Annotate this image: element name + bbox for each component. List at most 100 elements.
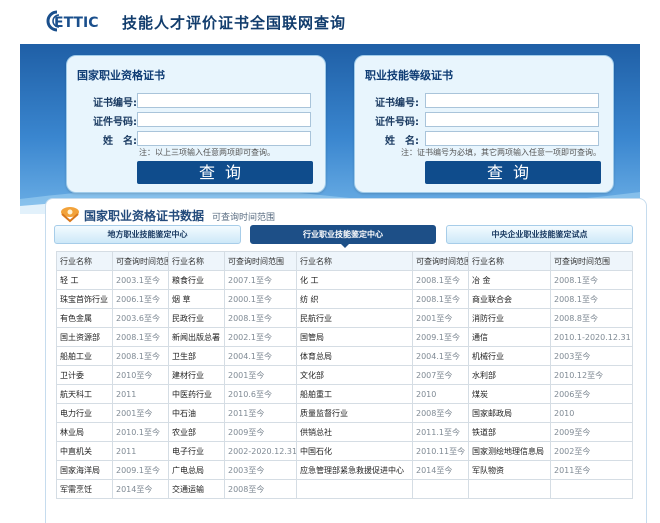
tab-local-center[interactable]: 地方职业技能鉴定中心 [54, 225, 241, 244]
column-header: 可查询时间范围 [112, 251, 169, 271]
industry-name-cell: 新闻出版总署 [168, 327, 225, 347]
industry-name-cell: 军队物资 [468, 460, 551, 480]
time-range-cell: 2009至今 [224, 422, 297, 442]
time-range-cell: 2014至今 [412, 460, 469, 480]
industry-name-cell: 中石油 [168, 403, 225, 423]
industry-name-cell: 国土资源部 [56, 327, 113, 347]
time-range-cell: 2008.1至今 [550, 289, 633, 309]
time-range-cell: 2000.1至今 [224, 289, 297, 309]
industry-name-cell: 建材行业 [168, 365, 225, 385]
table-row: 国家海洋局 2009.1至今 广电总局 2003至今 应急管理部紧急救援促进中心 2014… [56, 460, 633, 480]
industry-name-cell: 卫计委 [56, 365, 113, 385]
certificate-range-table: 行业名称 可查询时间范围 行业名称 可查询时间范围 行业名称 可查询时间范围 行… [56, 251, 633, 499]
table-row: 船舶工业 2008.1至今 卫生部 2004.1至今 体育总局 2004.1至今 机械行业 2… [56, 346, 633, 366]
time-range-cell: 2011.1至今 [412, 422, 469, 442]
industry-name-cell: 冶 金 [468, 270, 551, 290]
time-range-cell: 2004.1至今 [412, 346, 469, 366]
name-input[interactable] [425, 131, 599, 146]
id-number-label: 证件号码: [93, 117, 137, 128]
card-note: 注：以上三项输入任意两项即可查询。 [139, 148, 275, 157]
industry-name-cell: 农业部 [168, 422, 225, 442]
name-input[interactable] [137, 131, 311, 146]
industry-name-cell: 铁道部 [468, 422, 551, 442]
time-range-cell: 2001至今 [112, 403, 169, 423]
industry-name-cell: 有色金属 [56, 308, 113, 328]
industry-name-cell: 轻 工 [56, 270, 113, 290]
time-range-cell: 2009至今 [550, 422, 633, 442]
cert-number-input[interactable] [425, 93, 599, 108]
time-range-cell: 2008.1至今 [112, 327, 169, 347]
time-range-cell: 2008.1至今 [412, 270, 469, 290]
column-header: 行业名称 [296, 251, 413, 271]
vocational-qualification-card: 国家职业资格证书 证书编号: 证件号码: 姓 名: 注：以上三项输入任意两项即可… [66, 55, 326, 193]
industry-name-cell: 消防行业 [468, 308, 551, 328]
table-header-row: 行业名称 可查询时间范围 行业名称 可查询时间范围 行业名称 可查询时间范围 行… [56, 251, 633, 271]
time-range-cell: 2007.1至今 [224, 270, 297, 290]
query-button[interactable]: 查询 [425, 161, 601, 184]
industry-name-cell: 中医药行业 [168, 384, 225, 404]
section-title: 国家职业资格证书数据 [84, 209, 205, 223]
time-range-cell: 2003.6至今 [112, 308, 169, 328]
time-range-cell: 2010.1-2020.12.31 [550, 327, 633, 347]
time-range-cell: 2014至今 [112, 479, 169, 499]
cert-number-input[interactable] [137, 93, 311, 108]
column-header: 可查询时间范围 [550, 251, 633, 271]
table-row: 中直机关 2011 电子行业 2002-2020.12.31 中国石化 2010.11至今… [56, 441, 633, 461]
industry-name-cell: 船舶工业 [56, 346, 113, 366]
industry-name-cell: 电子行业 [168, 441, 225, 461]
tab-industry-center[interactable]: 行业职业技能鉴定中心 [250, 225, 436, 244]
industry-name-cell: 船舶重工 [296, 384, 413, 404]
time-range-cell: 2009.1至今 [112, 460, 169, 480]
id-number-label: 证件号码: [375, 117, 419, 128]
certificate-data-section: 国家职业资格证书数据 可查询时间范围 地方职业技能鉴定中心 行业职业技能鉴定中心… [45, 198, 647, 523]
time-range-cell: 2008.1至今 [412, 289, 469, 309]
card-title: 国家职业资格证书 [77, 69, 165, 82]
tab-central-enterprise[interactable]: 中央企业职业技能鉴定试点 [446, 225, 633, 244]
time-range-cell: 2011 [112, 441, 169, 461]
industry-name-cell: 水利部 [468, 365, 551, 385]
time-range-cell: 2004.1至今 [224, 346, 297, 366]
time-range-cell: 2003至今 [550, 346, 633, 366]
table-row: 军需烹饪 2014至今 交通运输 2008至今 [56, 479, 633, 499]
industry-name-cell: 商业联合会 [468, 289, 551, 309]
id-number-input[interactable] [137, 112, 311, 127]
time-range-cell: 2011至今 [550, 460, 633, 480]
industry-name-cell: 煤炭 [468, 384, 551, 404]
card-title: 职业技能等级证书 [365, 69, 453, 82]
certificate-ribbon-icon [61, 207, 79, 223]
industry-name-cell: 供销总社 [296, 422, 413, 442]
table-row: 国土资源部 2008.1至今 新闻出版总署 2002.1至今 国管局 2009.1至今 通信… [56, 327, 633, 347]
time-range-cell: 2010.6至今 [224, 384, 297, 404]
cert-number-label: 证书编号: [375, 98, 419, 109]
industry-name-cell: 民航行业 [296, 308, 413, 328]
industry-name-cell: 体育总局 [296, 346, 413, 366]
table-row: 航天科工 2011 中医药行业 2010.6至今 船舶重工 2010 煤炭 2006至今 [56, 384, 633, 404]
time-range-cell: 2001至今 [224, 365, 297, 385]
industry-name-cell: 航天科工 [56, 384, 113, 404]
industry-name-cell: 应急管理部紧急救援促进中心 [296, 460, 413, 480]
logo-text: ETTIC [54, 15, 98, 31]
time-range-cell: 2008.1至今 [550, 270, 633, 290]
industry-name-cell [468, 479, 551, 499]
industry-name-cell: 国管局 [296, 327, 413, 347]
time-range-cell: 2008.1至今 [112, 346, 169, 366]
query-button[interactable]: 查询 [137, 161, 313, 184]
industry-name-cell: 机械行业 [468, 346, 551, 366]
industry-name-cell: 通信 [468, 327, 551, 347]
id-number-input[interactable] [425, 112, 599, 127]
name-label: 姓 名: [385, 136, 419, 147]
time-range-cell: 2006.1至今 [112, 289, 169, 309]
industry-name-cell: 纺 织 [296, 289, 413, 309]
industry-name-cell [296, 479, 413, 499]
card-note: 注：证书编号为必填，其它两项输入任意一项即可查询。 [401, 148, 601, 157]
site-title: 技能人才评价证书全国联网查询 [122, 14, 347, 32]
time-range-cell: 2011至今 [224, 403, 297, 423]
industry-name-cell: 交通运输 [168, 479, 225, 499]
time-range-cell: 2002-2020.12.31 [224, 441, 297, 461]
industry-name-cell: 广电总局 [168, 460, 225, 480]
industry-name-cell: 国家邮政局 [468, 403, 551, 423]
time-range-cell: 2010至今 [112, 365, 169, 385]
time-range-cell: 2003至今 [224, 460, 297, 480]
industry-name-cell: 烟 草 [168, 289, 225, 309]
industry-name-cell: 质量监督行业 [296, 403, 413, 423]
